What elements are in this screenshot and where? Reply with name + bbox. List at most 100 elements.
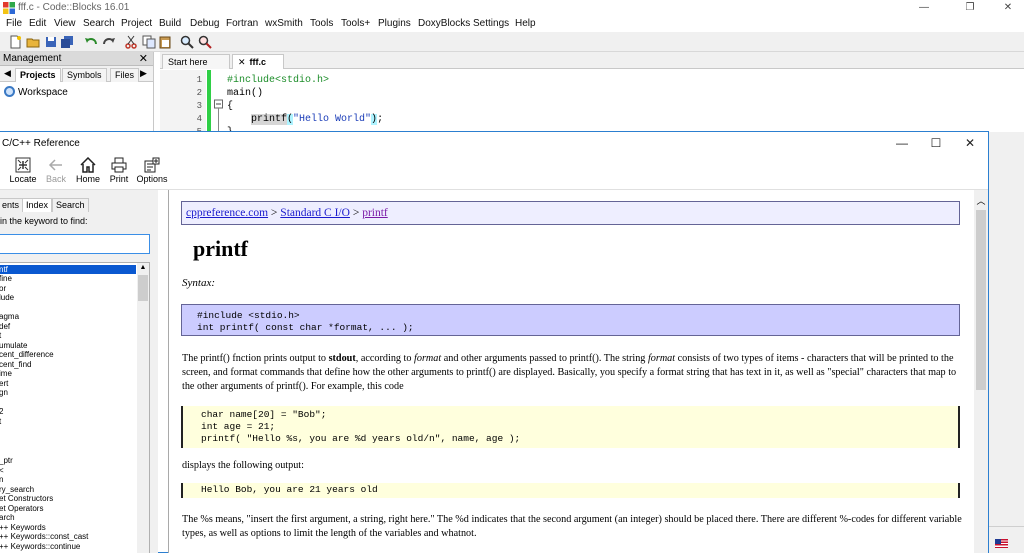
- code-semicolon: ;: [377, 114, 384, 125]
- open-folder-icon[interactable]: [26, 35, 40, 49]
- tab-files[interactable]: Files: [110, 68, 140, 82]
- menu-doxyblocks[interactable]: DoxyBlocks: [418, 18, 470, 29]
- codeblocks-app-icon: [3, 2, 15, 14]
- list-item[interactable]: et Constructors: [0, 494, 53, 503]
- cut-icon[interactable]: [124, 35, 138, 49]
- list-item[interactable]: umulate: [0, 341, 27, 350]
- list-item[interactable]: or: [0, 284, 6, 293]
- scroll-thumb[interactable]: [138, 275, 148, 301]
- save-icon[interactable]: [44, 35, 58, 49]
- list-item[interactable]: gn: [0, 388, 8, 397]
- list-item[interactable]: cent_difference: [0, 350, 54, 359]
- list-item[interactable]: lude: [0, 293, 14, 302]
- breadcrumb-link-printf[interactable]: printf: [362, 207, 388, 219]
- text-bold: stdout: [328, 353, 356, 364]
- replace-icon[interactable]: [198, 35, 212, 49]
- minimize-icon[interactable]: —: [887, 136, 917, 152]
- close-icon[interactable]: ✕: [238, 57, 246, 67]
- content-scrollbar[interactable]: ︿: [974, 190, 988, 553]
- menu-wxsmith[interactable]: wxSmith: [265, 18, 303, 29]
- list-item[interactable]: ++ Keywords::continue: [0, 542, 80, 551]
- menu-bar: File Edit View Search Project Build Debu…: [0, 16, 1024, 32]
- menu-settings[interactable]: Settings: [473, 18, 509, 29]
- tab-index[interactable]: Index: [22, 198, 53, 212]
- fold-marker-icon[interactable]: [214, 70, 224, 132]
- menu-view[interactable]: View: [54, 18, 76, 29]
- menu-tools-plus[interactable]: Tools+: [341, 18, 370, 29]
- desktop: fff.c - Code::Blocks 16.01 — ❐ ✕ File Ed…: [0, 0, 1024, 553]
- tab-symbols[interactable]: Symbols: [62, 68, 107, 82]
- list-item[interactable]: ++ Keywords: [0, 523, 46, 532]
- page-title: printf: [193, 236, 248, 261]
- keyword-input[interactable]: [0, 234, 150, 254]
- tab-scroll-left-icon[interactable]: ◀: [4, 68, 11, 79]
- list-item[interactable]: t: [0, 331, 1, 340]
- breadcrumb-link-standard-c-io[interactable]: Standard C I/O: [280, 207, 350, 219]
- list-item[interactable]: ert: [0, 379, 8, 388]
- close-icon[interactable]: ✕: [955, 136, 985, 152]
- paste-icon[interactable]: [158, 35, 172, 49]
- tab-start-here[interactable]: Start here: [162, 54, 230, 69]
- maximize-icon[interactable]: ☐: [921, 136, 951, 152]
- help-content-pane: cppreference.com > Standard C I/O > prin…: [168, 190, 988, 553]
- list-item[interactable]: ++ Keywords::const_cast: [0, 532, 88, 541]
- menu-project[interactable]: Project: [121, 18, 152, 29]
- tab-projects[interactable]: Projects: [15, 68, 61, 82]
- help-nav-tabs: ents Index Search: [0, 198, 158, 212]
- options-button[interactable]: Options: [132, 157, 172, 189]
- tab-scroll-right-icon[interactable]: ▶: [140, 68, 147, 79]
- minimize-icon[interactable]: —: [908, 0, 940, 16]
- workspace-tree-item[interactable]: Workspace: [4, 86, 68, 98]
- list-item[interactable]: cent_find: [0, 360, 31, 369]
- new-file-icon[interactable]: [8, 35, 22, 49]
- code-text-area[interactable]: #include<stdio.h> main() { printf("Hello…: [227, 70, 927, 138]
- scroll-thumb[interactable]: [976, 210, 986, 390]
- redo-icon[interactable]: [102, 35, 116, 49]
- list-item[interactable]: ntf: [0, 265, 136, 274]
- scroll-up-icon[interactable]: ▲: [137, 263, 149, 273]
- management-title: Management: [3, 53, 62, 64]
- divider: [989, 526, 1024, 527]
- menu-tools[interactable]: Tools: [310, 18, 333, 29]
- window-title: fff.c - Code::Blocks 16.01: [18, 2, 130, 13]
- list-item[interactable]: n: [0, 475, 3, 484]
- menu-debug[interactable]: Debug: [190, 18, 219, 29]
- breadcrumb-link-cppreference[interactable]: cppreference.com: [186, 207, 268, 219]
- list-item[interactable]: fine: [0, 274, 12, 283]
- list-item[interactable]: <: [0, 466, 4, 475]
- list-item[interactable]: def: [0, 322, 10, 331]
- list-item[interactable]: t: [0, 417, 1, 426]
- menu-build[interactable]: Build: [159, 18, 181, 29]
- language-flag-icon[interactable]: [995, 539, 1008, 548]
- list-item[interactable]: arch: [0, 513, 15, 522]
- tab-fff-c[interactable]: ✕ fff.c: [232, 54, 284, 69]
- menu-fortran[interactable]: Fortran: [226, 18, 258, 29]
- tab-search[interactable]: Search: [52, 198, 89, 212]
- undo-icon[interactable]: [84, 35, 98, 49]
- index-list[interactable]: ntf fine or lude agma def t umulate cent…: [0, 262, 150, 553]
- save-all-icon[interactable]: [60, 35, 74, 49]
- reference-window-title: C/C++ Reference: [2, 138, 80, 149]
- chevron-up-icon[interactable]: ︿: [974, 194, 988, 208]
- list-item[interactable]: _ptr: [0, 456, 13, 465]
- list-item[interactable]: et Operators: [0, 504, 43, 513]
- menu-edit[interactable]: Edit: [29, 18, 46, 29]
- find-icon[interactable]: [180, 35, 194, 49]
- list-item[interactable]: agma: [0, 312, 19, 321]
- close-icon[interactable]: ✕: [139, 52, 148, 65]
- tab-contents[interactable]: ents: [0, 198, 24, 212]
- code-line: {: [227, 101, 234, 112]
- list-item[interactable]: 2: [0, 407, 3, 416]
- restore-icon[interactable]: ❐: [954, 0, 986, 16]
- index-list-scrollbar[interactable]: ▲: [137, 263, 149, 553]
- close-icon[interactable]: ✕: [992, 0, 1024, 16]
- codeblocks-title-bar: fff.c - Code::Blocks 16.01 — ❐ ✕: [0, 0, 1024, 16]
- menu-plugins[interactable]: Plugins: [378, 18, 411, 29]
- line-number: 1: [196, 75, 202, 85]
- menu-file[interactable]: File: [6, 18, 22, 29]
- menu-search[interactable]: Search: [83, 18, 115, 29]
- menu-help[interactable]: Help: [515, 18, 536, 29]
- list-item[interactable]: ime: [0, 369, 12, 378]
- copy-icon[interactable]: [142, 35, 156, 49]
- list-item[interactable]: ry_search: [0, 485, 34, 494]
